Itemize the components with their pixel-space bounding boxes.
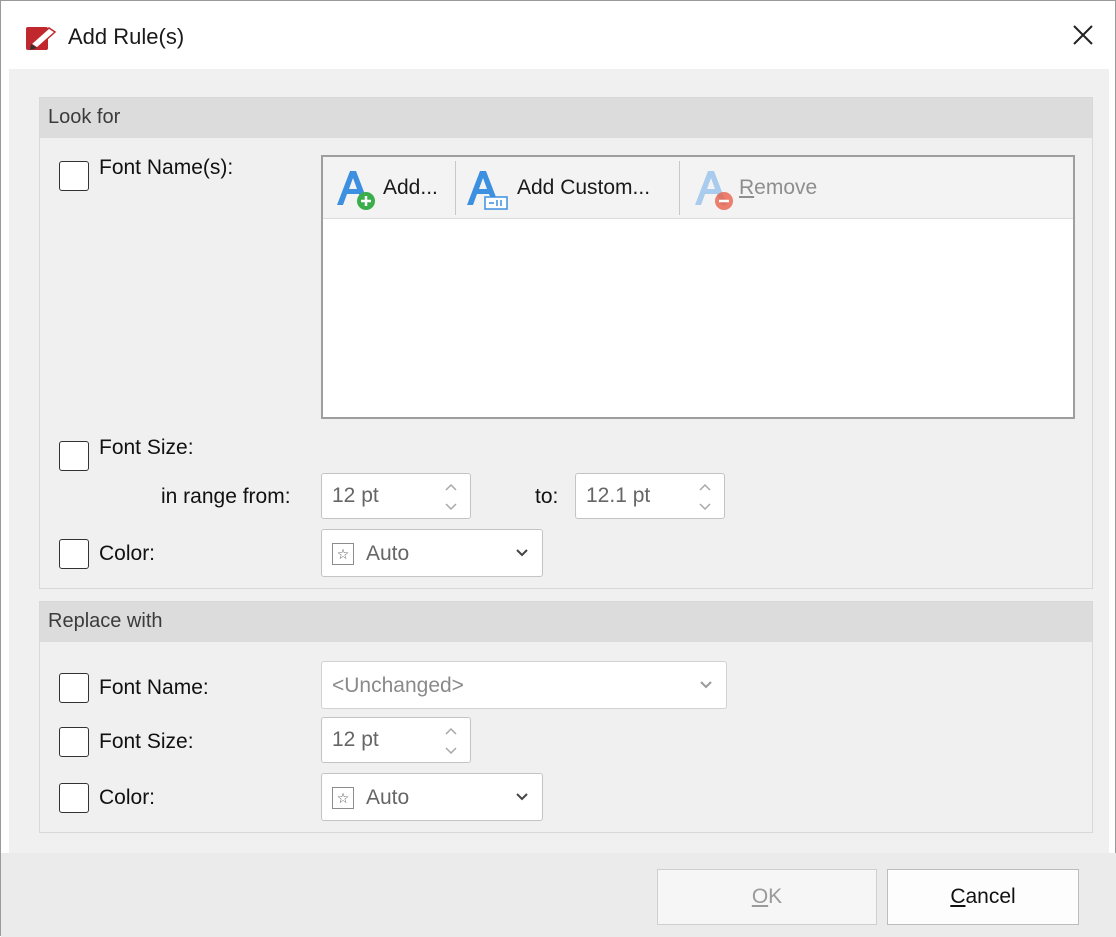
look-color-label: Color: <box>99 542 156 565</box>
font-size-from-value: 12 pt <box>332 484 379 507</box>
font-size-to-spinner[interactable]: 12.1 pt <box>575 473 725 519</box>
title-bar: Add Rule(s) <box>1 1 1115 69</box>
font-list-toolbar: Add... Add Custom... Remove <box>323 157 1073 219</box>
replace-font-size-value: 12 pt <box>332 728 379 751</box>
chevron-down-icon <box>516 793 528 801</box>
dialog-title: Add Rule(s) <box>68 24 185 49</box>
spin-arrows-icon[interactable] <box>444 480 458 514</box>
close-button[interactable] <box>1051 1 1115 69</box>
remove-font-label: Remove <box>739 175 818 199</box>
replace-font-name-value: <Unchanged> <box>332 674 464 697</box>
font-names-list[interactable]: Add... Add Custom... Remove <box>321 155 1075 419</box>
font-remove-icon <box>695 170 733 210</box>
look-color-combo[interactable]: ☆ Auto <box>321 529 543 577</box>
chevron-down-icon <box>516 549 528 557</box>
remove-font-button[interactable]: Remove <box>689 157 817 218</box>
replace-color-label: Color: <box>99 786 156 809</box>
replace-font-size-label: Font Size: <box>99 730 194 753</box>
cancel-button-label: Cancel <box>950 885 1016 908</box>
toolbar-divider <box>455 161 456 215</box>
replace-font-name-combo[interactable]: <Unchanged> <box>321 661 727 709</box>
add-custom-font-label: Add Custom... <box>517 175 651 199</box>
replace-font-name-label: Font Name: <box>99 676 209 699</box>
replace-font-name-row: Font Name: <box>59 673 209 703</box>
add-rules-dialog: Add Rule(s) Look for Font Name(s): Add..… <box>0 0 1116 937</box>
font-size-label: Font Size: <box>99 436 194 459</box>
auto-color-swatch-icon: ☆ <box>332 787 354 809</box>
font-names-label: Font Name(s): <box>99 156 234 179</box>
font-names-list-body[interactable] <box>323 219 1073 417</box>
font-size-from-spinner[interactable]: 12 pt <box>321 473 471 519</box>
spin-arrows-icon[interactable] <box>444 724 458 758</box>
replace-color-combo[interactable]: ☆ Auto <box>321 773 543 821</box>
look-color-row: Color: <box>59 539 155 569</box>
font-custom-icon <box>467 170 508 210</box>
chevron-down-icon <box>700 681 712 689</box>
pen-app-icon <box>25 24 59 52</box>
spin-arrows-icon[interactable] <box>698 480 712 514</box>
auto-color-swatch-icon: ☆ <box>332 543 354 565</box>
replace-font-size-row: Font Size: <box>59 727 194 757</box>
replace-color-checkbox[interactable] <box>59 783 89 813</box>
replace-with-group: Replace with <box>39 601 1093 833</box>
font-names-row: Font Name(s): <box>59 156 233 191</box>
range-from-label: in range from: <box>161 485 291 508</box>
range-to-label: to: <box>535 485 559 508</box>
add-font-label: Add... <box>383 175 438 199</box>
replace-font-size-spinner[interactable]: 12 pt <box>321 717 471 763</box>
ok-button[interactable]: OK <box>657 869 877 925</box>
cancel-button[interactable]: Cancel <box>887 869 1079 925</box>
replace-color-value: Auto <box>366 786 410 809</box>
add-custom-font-button[interactable]: Add Custom... <box>461 157 650 218</box>
replace-font-size-checkbox[interactable] <box>59 727 89 757</box>
toolbar-divider <box>679 161 680 215</box>
add-font-button[interactable]: Add... <box>331 157 438 218</box>
font-size-checkbox[interactable] <box>59 441 89 471</box>
close-icon <box>1073 25 1093 45</box>
font-size-to-value: 12.1 pt <box>586 484 651 507</box>
ok-button-label: OK <box>751 885 783 908</box>
look-for-header: Look for <box>40 98 1092 138</box>
look-color-checkbox[interactable] <box>59 539 89 569</box>
font-size-row: Font Size: <box>59 436 194 471</box>
font-names-checkbox[interactable] <box>59 161 89 191</box>
replace-color-row: Color: <box>59 783 155 813</box>
font-add-icon <box>337 170 375 210</box>
replace-with-header: Replace with <box>40 602 1092 642</box>
look-color-value: Auto <box>366 542 410 565</box>
replace-font-name-checkbox[interactable] <box>59 673 89 703</box>
